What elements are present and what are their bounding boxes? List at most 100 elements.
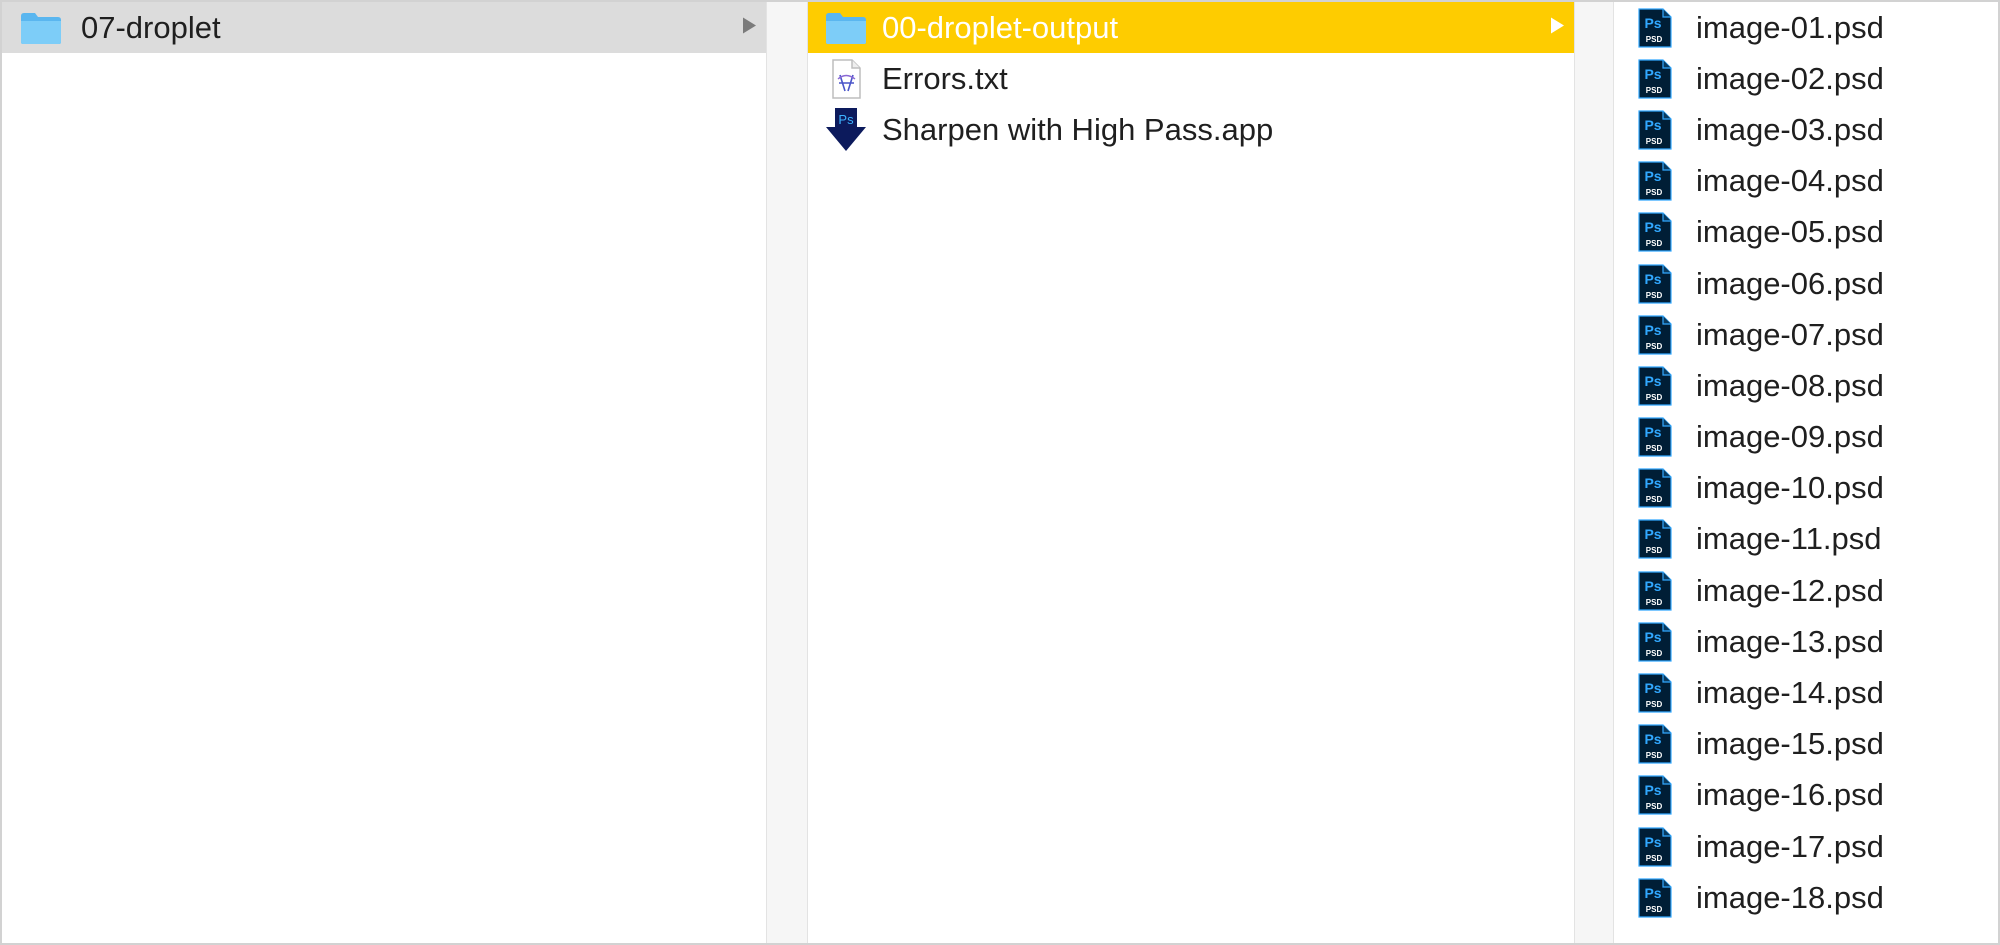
photoshop-psd-file-icon: Ps PSD xyxy=(1638,366,1672,406)
row-label: Errors.txt xyxy=(882,60,1008,96)
file-row-psd[interactable]: Ps PSD image-12.psd xyxy=(1614,565,1998,616)
svg-text:Ps: Ps xyxy=(1644,885,1661,901)
file-row-psd[interactable]: Ps PSD image-10.psd xyxy=(1614,463,1998,514)
folder-icon xyxy=(19,10,63,46)
svg-text:Ps: Ps xyxy=(1644,526,1661,542)
svg-text:Ps: Ps xyxy=(1644,271,1661,287)
svg-text:Ps: Ps xyxy=(1644,782,1661,798)
file-list: Ps PSD image-01.psd Ps PSD image-02.psd … xyxy=(1614,2,1998,923)
column-droplet[interactable]: 00-droplet-output Errors.txt Ps Sharpen … xyxy=(808,2,1574,943)
file-row-psd[interactable]: Ps PSD image-05.psd xyxy=(1614,207,1998,258)
svg-text:Ps: Ps xyxy=(1644,629,1661,645)
svg-text:PSD: PSD xyxy=(1646,239,1663,248)
file-row-psd[interactable]: Ps PSD image-18.psd xyxy=(1614,872,1998,923)
svg-text:Ps: Ps xyxy=(1644,66,1661,82)
file-row-psd[interactable]: Ps PSD image-16.psd xyxy=(1614,770,1998,821)
svg-text:PSD: PSD xyxy=(1646,802,1663,811)
row-label: image-17.psd xyxy=(1696,828,1884,864)
photoshop-psd-file-icon: Ps PSD xyxy=(1638,212,1672,252)
row-label: image-16.psd xyxy=(1696,777,1884,813)
row-label: Sharpen with High Pass.app xyxy=(882,111,1274,147)
svg-text:Ps: Ps xyxy=(1644,117,1661,133)
svg-text:PSD: PSD xyxy=(1646,188,1663,197)
svg-text:PSD: PSD xyxy=(1646,905,1663,914)
file-row-psd[interactable]: Ps PSD image-02.psd xyxy=(1614,53,1998,104)
folder-row-07-droplet[interactable]: 07-droplet xyxy=(2,2,766,53)
file-row-psd[interactable]: Ps PSD image-01.psd xyxy=(1614,2,1998,53)
photoshop-psd-file-icon: Ps PSD xyxy=(1638,315,1672,355)
svg-text:PSD: PSD xyxy=(1646,444,1663,453)
photoshop-psd-file-icon: Ps PSD xyxy=(1638,571,1672,611)
photoshop-psd-file-icon: Ps PSD xyxy=(1638,59,1672,99)
row-label: 07-droplet xyxy=(81,9,221,45)
row-label: image-07.psd xyxy=(1696,316,1884,352)
file-row-psd[interactable]: Ps PSD image-17.psd xyxy=(1614,821,1998,872)
row-label: 00-droplet-output xyxy=(882,9,1119,45)
row-label: image-02.psd xyxy=(1696,60,1884,96)
svg-text:Ps: Ps xyxy=(1644,680,1661,696)
photoshop-psd-file-icon: Ps PSD xyxy=(1638,878,1672,918)
svg-text:Ps: Ps xyxy=(1644,578,1661,594)
file-row-psd[interactable]: Ps PSD image-07.psd xyxy=(1614,309,1998,360)
file-row-psd[interactable]: Ps PSD image-14.psd xyxy=(1614,667,1998,718)
file-row-psd[interactable]: Ps PSD image-03.psd xyxy=(1614,104,1998,155)
svg-text:PSD: PSD xyxy=(1646,86,1663,95)
row-label: image-18.psd xyxy=(1696,879,1884,915)
photoshop-psd-file-icon: Ps PSD xyxy=(1638,263,1672,304)
photoshop-psd-file-icon: Ps PSD xyxy=(1638,468,1672,508)
chevron-right-icon xyxy=(742,17,756,38)
svg-text:PSD: PSD xyxy=(1646,649,1663,658)
file-row-errors-txt[interactable]: Errors.txt xyxy=(808,53,1574,104)
row-label: image-04.psd xyxy=(1696,163,1884,199)
photoshop-psd-file-icon: Ps PSD xyxy=(1638,110,1672,150)
photoshop-psd-file-icon: Ps PSD xyxy=(1638,519,1672,560)
photoshop-psd-file-icon: Ps PSD xyxy=(1638,775,1672,816)
column-divider[interactable] xyxy=(766,2,808,943)
column-droplet-output[interactable]: Ps PSD image-01.psd Ps PSD image-02.psd … xyxy=(1614,2,1998,943)
row-label: image-13.psd xyxy=(1696,623,1884,659)
file-row-psd[interactable]: Ps PSD image-13.psd xyxy=(1614,616,1998,667)
svg-text:Ps: Ps xyxy=(1644,424,1661,440)
svg-text:PSD: PSD xyxy=(1646,546,1663,555)
file-row-psd[interactable]: Ps PSD image-15.psd xyxy=(1614,719,1998,770)
photoshop-psd-file-icon: Ps PSD xyxy=(1638,673,1672,713)
row-label: image-12.psd xyxy=(1696,572,1884,608)
svg-text:PSD: PSD xyxy=(1646,393,1663,402)
photoshop-psd-file-icon: Ps PSD xyxy=(1638,724,1672,764)
svg-text:PSD: PSD xyxy=(1646,137,1663,146)
row-label: image-15.psd xyxy=(1696,726,1884,762)
file-row-psd[interactable]: Ps PSD image-09.psd xyxy=(1614,412,1998,463)
file-row-psd[interactable]: Ps PSD image-04.psd xyxy=(1614,156,1998,207)
svg-text:Ps: Ps xyxy=(838,112,854,127)
svg-text:PSD: PSD xyxy=(1646,751,1663,760)
row-label: image-08.psd xyxy=(1696,367,1884,403)
photoshop-psd-file-icon: Ps PSD xyxy=(1638,826,1672,867)
folder-icon xyxy=(824,10,868,46)
photoshop-psd-file-icon: Ps PSD xyxy=(1638,417,1672,457)
chevron-right-icon xyxy=(1550,17,1564,38)
svg-text:Ps: Ps xyxy=(1644,731,1661,747)
file-row-psd[interactable]: Ps PSD image-11.psd xyxy=(1614,514,1998,565)
svg-text:PSD: PSD xyxy=(1646,342,1663,351)
svg-text:PSD: PSD xyxy=(1646,700,1663,709)
file-row-psd[interactable]: Ps PSD image-06.psd xyxy=(1614,258,1998,309)
column-parent[interactable]: 07-droplet xyxy=(2,2,766,943)
photoshop-psd-file-icon: Ps PSD xyxy=(1638,161,1672,201)
column-divider[interactable] xyxy=(1574,2,1614,943)
svg-text:PSD: PSD xyxy=(1646,35,1663,44)
row-label: image-11.psd xyxy=(1696,521,1882,557)
svg-text:Ps: Ps xyxy=(1644,322,1661,338)
folder-row-droplet-output[interactable]: 00-droplet-output xyxy=(808,2,1574,53)
svg-text:Ps: Ps xyxy=(1644,15,1661,31)
row-label: image-01.psd xyxy=(1696,9,1884,45)
svg-text:Ps: Ps xyxy=(1644,219,1661,235)
file-row-psd[interactable]: Ps PSD image-08.psd xyxy=(1614,360,1998,411)
svg-text:PSD: PSD xyxy=(1646,854,1663,863)
svg-text:PSD: PSD xyxy=(1646,598,1663,607)
row-label: image-06.psd xyxy=(1696,265,1884,301)
svg-text:Ps: Ps xyxy=(1644,373,1661,389)
text-file-icon xyxy=(824,57,868,101)
app-row-sharpen-with-high-pass[interactable]: Ps Sharpen with High Pass.app xyxy=(808,104,1574,155)
svg-text:Ps: Ps xyxy=(1644,834,1661,850)
row-label: image-10.psd xyxy=(1696,470,1884,506)
